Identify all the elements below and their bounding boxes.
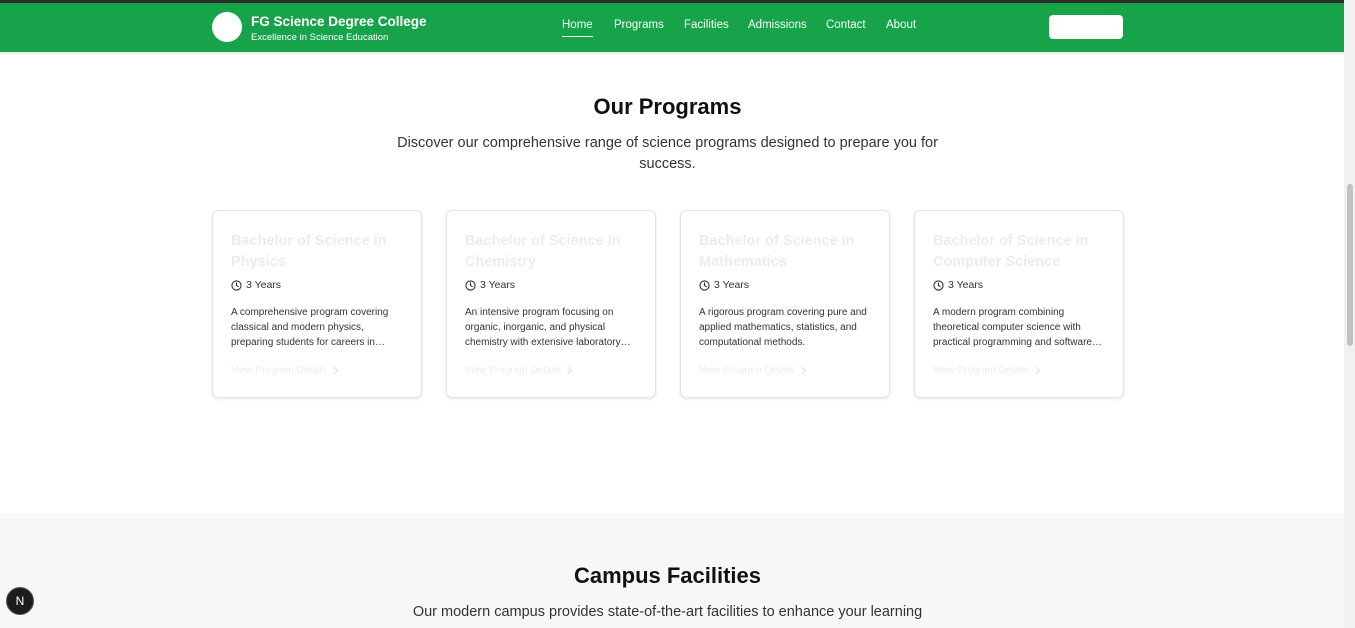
view-program-details-label: View Program Details xyxy=(465,365,561,376)
nav-home[interactable]: Home xyxy=(562,19,593,37)
nav-contact[interactable]: Contact xyxy=(826,19,866,31)
facilities-description: Our modern campus provides state-of-the-… xyxy=(412,604,923,620)
view-program-details-label: View Program Details xyxy=(699,365,795,376)
program-duration: 3 Years xyxy=(465,279,515,291)
view-program-details-link[interactable]: View Program Details xyxy=(465,365,573,376)
facilities-title: Campus Facilities xyxy=(573,563,762,588)
program-duration-label: 3 Years xyxy=(948,279,984,291)
program-card[interactable]: Bachelor of Science in Chemistry 3 Years… xyxy=(446,210,656,398)
program-duration-label: 3 Years xyxy=(480,279,516,291)
clock-icon xyxy=(465,279,476,291)
dev-tools-badge[interactable]: N xyxy=(6,587,34,615)
program-card-title: Bachelor of Science in Physics xyxy=(231,233,387,270)
brand-title[interactable]: FG Science Degree College xyxy=(251,14,427,29)
clock-icon xyxy=(231,279,242,291)
nav-admissions[interactable]: Admissions xyxy=(748,19,807,31)
program-duration: 3 Years xyxy=(231,279,281,291)
program-card-title: Bachelor of Science in Chemistry xyxy=(465,233,621,270)
navbar: FG Science Degree College Excellence in … xyxy=(0,3,1344,52)
program-duration-label: 3 Years xyxy=(246,279,282,291)
view-program-details-link[interactable]: View Program Details xyxy=(231,365,339,376)
chevron-right-icon xyxy=(801,366,807,375)
program-card[interactable]: Bachelor of Science in Mathematics 3 Yea… xyxy=(680,210,890,398)
brand-subtitle: Excellence in Science Education xyxy=(251,32,389,43)
program-card-description: A rigorous program covering pure and app… xyxy=(699,307,867,348)
view-program-details-link[interactable]: View Program Details xyxy=(699,365,807,376)
program-card-title: Bachelor of Science in Computer Science xyxy=(933,233,1089,270)
programs-title: Our Programs xyxy=(593,94,742,119)
program-card-description: A comprehensive program covering classic… xyxy=(231,307,389,348)
chevron-right-icon xyxy=(567,366,573,375)
program-duration: 3 Years xyxy=(699,279,749,291)
program-duration: 3 Years xyxy=(933,279,983,291)
program-card-description: An intensive program focusing on organic… xyxy=(465,307,621,348)
view-program-details-link[interactable]: View Program Details xyxy=(933,365,1041,376)
nav-programs[interactable]: Programs xyxy=(614,19,664,31)
clock-icon xyxy=(933,279,944,291)
nav-cta-button[interactable] xyxy=(1049,15,1123,39)
program-card-title: Bachelor of Science in Mathematics xyxy=(699,233,855,270)
scrollbar-thumb[interactable] xyxy=(1347,184,1353,346)
programs-description: Discover our comprehensive range of scie… xyxy=(397,135,938,172)
chevron-right-icon xyxy=(333,366,339,375)
view-program-details-label: View Program Details xyxy=(933,365,1029,376)
nav-about[interactable]: About xyxy=(886,19,916,31)
program-card[interactable]: Bachelor of Science in Computer Science … xyxy=(914,210,1124,398)
chevron-right-icon xyxy=(1035,366,1041,375)
view-program-details-label: View Program Details xyxy=(231,365,327,376)
logo[interactable] xyxy=(212,12,242,42)
program-card-description: A modern program combining theoretical c… xyxy=(933,307,1092,348)
program-card[interactable]: Bachelor of Science in Physics 3 Years A… xyxy=(212,210,422,398)
nav-facilities[interactable]: Facilities xyxy=(684,19,729,31)
program-duration-label: 3 Years xyxy=(714,279,750,291)
clock-icon xyxy=(699,279,710,291)
